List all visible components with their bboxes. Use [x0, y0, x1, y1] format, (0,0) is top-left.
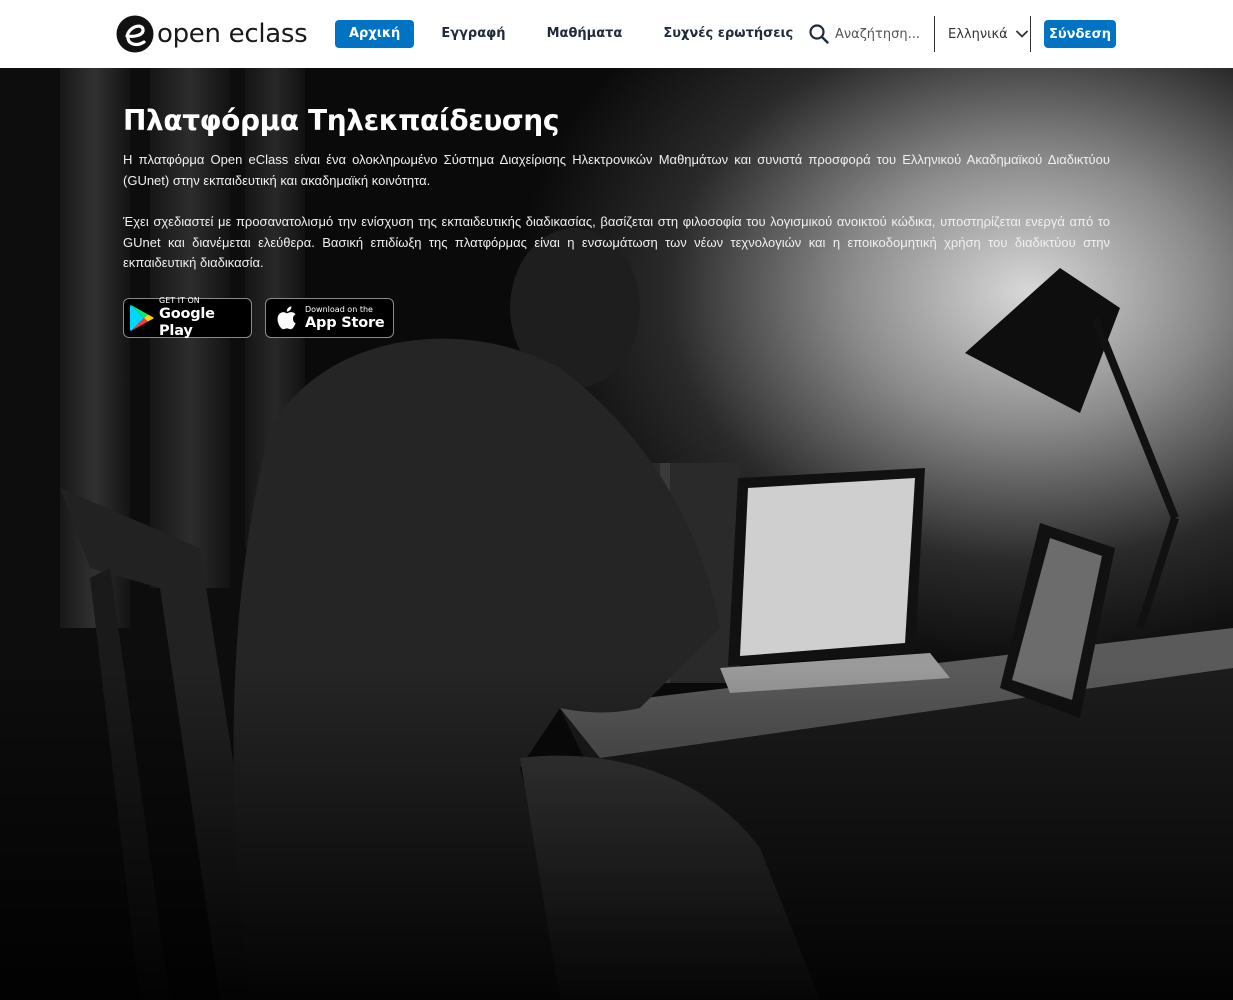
badge-store-name: App Store — [305, 314, 385, 331]
intro-paragraph: Η πλατφόρμα Open eClass είναι ένα ολοκλη… — [123, 152, 1110, 188]
badge-caption: Download on the — [305, 304, 373, 314]
header-divider — [1030, 16, 1031, 52]
badge-text: GET IT ON Google Play — [159, 296, 251, 340]
badge-store-name: Google Play — [159, 306, 215, 339]
language-label: Ελληνικά — [948, 26, 1008, 42]
page-title: Πλατφόρμα Τηλεκπαίδευσης — [123, 104, 560, 137]
hero-content: Πλατφόρμα Τηλεκπαίδευσης Η πλατφόρμα Ope… — [123, 104, 1110, 274]
header-divider — [934, 16, 935, 52]
intro-paragraph: Έχει σχεδιαστεί με προσανατολισμό την εν… — [123, 214, 1110, 270]
nav-home[interactable]: Αρχική — [335, 20, 415, 48]
apple-icon — [277, 306, 296, 330]
search-icon[interactable] — [808, 23, 830, 45]
logo-text: open eclass — [157, 19, 308, 49]
nav-register[interactable]: Εγγραφή — [441, 20, 505, 48]
search-box — [808, 20, 931, 48]
top-navbar: open eclass Αρχική Εγγραφή Μαθήματα Συχν… — [0, 0, 1233, 68]
store-badges: GET IT ON Google Play Download on the Ap… — [123, 296, 394, 340]
main-nav: Αρχική Εγγραφή Μαθήματα Συχνές ερωτήσεις — [335, 20, 793, 48]
nav-courses[interactable]: Μαθήματα — [547, 20, 623, 48]
logo-link[interactable]: open eclass — [116, 15, 308, 53]
language-selector[interactable]: Ελληνικά — [948, 20, 1029, 48]
search-input[interactable] — [835, 26, 931, 42]
nav-faq[interactable]: Συχνές ερωτήσεις — [663, 20, 793, 48]
badge-text: Download on the App Store — [305, 305, 385, 332]
eclass-logo-icon — [116, 15, 154, 53]
google-play-badge[interactable]: GET IT ON Google Play — [123, 296, 252, 340]
badge-caption: GET IT ON — [159, 296, 200, 305]
hero-section: Πλατφόρμα Τηλεκπαίδευσης Η πλατφόρμα Ope… — [0, 68, 1233, 1000]
app-store-badge[interactable]: Download on the App Store — [265, 298, 394, 338]
chevron-down-icon — [1015, 30, 1028, 38]
google-play-icon — [130, 305, 154, 331]
login-button[interactable]: Σύνδεση — [1044, 20, 1116, 48]
